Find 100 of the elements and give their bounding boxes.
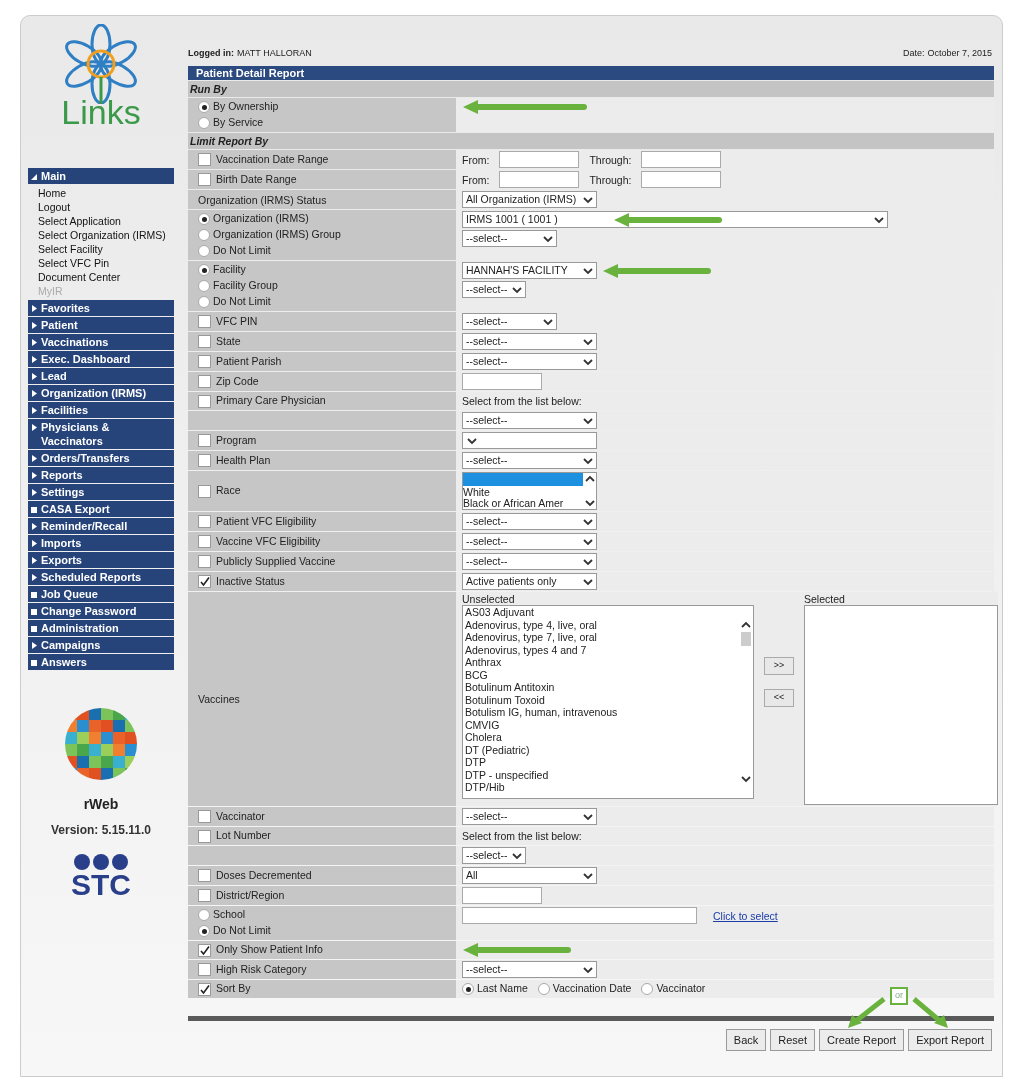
checkbox[interactable] (198, 889, 211, 902)
radio-button[interactable] (198, 101, 210, 113)
checkbox[interactable] (198, 173, 211, 186)
menu-item[interactable]: Patient (28, 317, 174, 333)
list-option[interactable]: CMVIG (465, 718, 739, 731)
list-option[interactable]: Adenovirus, types 4 and 7 (465, 643, 739, 656)
checkbox[interactable] (198, 454, 211, 467)
dropdown[interactable]: --select-- (462, 333, 597, 350)
dropdown[interactable] (462, 432, 597, 449)
input-field[interactable] (641, 151, 722, 168)
checkbox[interactable] (198, 515, 211, 528)
dropdown[interactable]: --select-- (462, 533, 597, 550)
checkbox[interactable] (198, 153, 211, 166)
list-option[interactable]: Anthrax (465, 656, 739, 669)
dropdown[interactable]: All Organization (IRMS) (462, 191, 597, 208)
checkbox[interactable] (198, 434, 211, 447)
submenu-link[interactable]: Select Application (38, 214, 174, 228)
dropdown[interactable]: --select-- (462, 847, 527, 864)
checkbox[interactable] (198, 394, 211, 408)
menu-item[interactable]: Main (28, 168, 174, 184)
checkbox[interactable] (198, 555, 211, 568)
input-field[interactable] (462, 373, 542, 390)
radio-button[interactable] (198, 229, 210, 241)
list-option[interactable]: Cholera (465, 731, 739, 744)
dropdown[interactable]: Active patients only (462, 573, 597, 590)
action-button[interactable]: Reset (770, 1029, 816, 1051)
checkbox[interactable] (198, 982, 211, 996)
dropdown[interactable]: --select-- (462, 412, 597, 429)
menu-item[interactable]: Reports (28, 467, 174, 483)
action-button[interactable]: Export Report (908, 1029, 992, 1051)
list-option[interactable]: AS03 Adjuvant (465, 606, 739, 619)
menu-item[interactable]: Campaigns (28, 637, 174, 653)
radio-button[interactable] (198, 213, 210, 225)
list-option[interactable]: White (463, 485, 583, 498)
checkbox[interactable] (198, 943, 211, 957)
radio-button[interactable] (198, 117, 210, 129)
list-option[interactable]: Black or African Amer (463, 497, 583, 509)
dropdown[interactable]: --select-- (462, 808, 597, 825)
add-button[interactable]: >> (764, 657, 794, 675)
list-box[interactable] (462, 605, 754, 799)
menu-item[interactable]: Lead (28, 368, 174, 384)
menu-item[interactable]: Facilities (28, 402, 174, 418)
radio-button[interactable] (198, 264, 210, 276)
radio-button[interactable] (198, 925, 210, 937)
radio-button[interactable] (462, 983, 474, 995)
checkbox[interactable] (198, 335, 211, 348)
menu-item[interactable]: Settings (28, 484, 174, 500)
radio-button[interactable] (198, 296, 210, 308)
dropdown[interactable]: --select-- (462, 313, 557, 330)
menu-item[interactable]: Exports (28, 552, 174, 568)
checkbox[interactable] (198, 375, 211, 388)
list-option[interactable]: Adenovirus, type 4, live, oral (465, 618, 739, 631)
menu-item[interactable]: Scheduled Reports (28, 569, 174, 585)
dropdown[interactable]: --select-- (462, 452, 597, 469)
checkbox[interactable] (198, 315, 211, 328)
menu-item[interactable]: Job Queue (28, 586, 174, 602)
list-option[interactable]: Botulism IG, human, intravenous (465, 706, 739, 719)
radio-button[interactable] (641, 983, 654, 995)
checkbox[interactable] (198, 963, 211, 976)
dropdown[interactable]: --select-- (462, 230, 557, 247)
dropdown[interactable]: --select-- (462, 281, 527, 298)
menu-item[interactable]: Favorites (28, 300, 174, 316)
input-field[interactable] (462, 887, 542, 904)
menu-item[interactable]: Exec. Dashboard (28, 351, 174, 367)
submenu-link[interactable]: Document Center (38, 270, 174, 284)
list-option[interactable]: Botulinum Antitoxin (465, 681, 739, 694)
action-button[interactable]: Back (725, 1029, 767, 1051)
list-box[interactable]: White Black or African Amer (462, 472, 597, 510)
action-button[interactable]: Create Report (819, 1029, 905, 1051)
input-field[interactable] (462, 907, 697, 924)
dropdown[interactable]: IRMS 1001 ( 1001 ) (462, 211, 888, 228)
checkbox[interactable] (198, 575, 211, 588)
list-option[interactable]: DT (Pediatric) (465, 743, 739, 756)
remove-button[interactable]: << (764, 689, 794, 707)
menu-item[interactable]: CASA Export (28, 501, 174, 517)
dropdown[interactable]: --select-- (462, 553, 597, 570)
menu-item[interactable]: Imports (28, 535, 174, 551)
input-field[interactable] (641, 171, 722, 188)
checkbox[interactable] (198, 355, 211, 368)
dropdown[interactable]: --select-- (462, 961, 597, 978)
list-option[interactable]: DTP/Hib (465, 781, 739, 794)
menu-item[interactable]: Administration (28, 620, 174, 636)
scrollbar[interactable] (583, 473, 596, 509)
checkbox[interactable] (198, 869, 211, 882)
select-link[interactable]: Click to select (713, 907, 778, 924)
menu-item[interactable]: Answers (28, 654, 174, 670)
menu-item[interactable]: Vaccinations (28, 334, 174, 350)
submenu-link[interactable]: Logout (38, 200, 174, 214)
radio-button[interactable] (198, 245, 210, 257)
submenu-link[interactable]: Select Organization (IRMS) (38, 228, 174, 242)
checkbox[interactable] (198, 810, 211, 823)
checkbox[interactable] (198, 829, 211, 843)
input-field[interactable] (499, 171, 580, 188)
list-option[interactable]: Adenovirus, type 7, live, oral (465, 631, 739, 644)
submenu-link[interactable]: Select Facility (38, 242, 174, 256)
list-option[interactable]: BCG (465, 668, 739, 681)
checkbox[interactable] (198, 484, 211, 498)
list-option[interactable]: DTP - unspecified (465, 768, 739, 781)
menu-item[interactable]: Change Password (28, 603, 174, 619)
list-option[interactable]: DTP (465, 756, 739, 769)
